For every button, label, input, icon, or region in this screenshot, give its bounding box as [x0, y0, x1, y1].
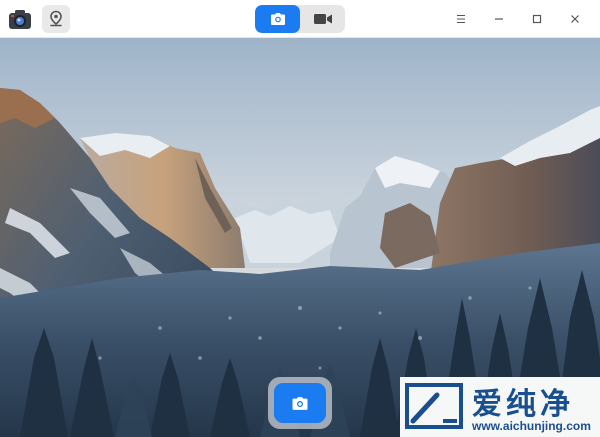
capture-mode-switch — [255, 5, 345, 33]
watermark: 爱纯净 www.aichunjing.com — [400, 377, 600, 437]
menu-icon — [457, 14, 465, 24]
location-pin-icon — [50, 10, 62, 27]
watermark-title: 爱纯净 — [472, 387, 574, 422]
minimize-button[interactable] — [480, 5, 518, 33]
video-mode-button[interactable] — [300, 5, 345, 33]
minimize-icon — [495, 18, 503, 20]
watermark-logo-icon — [405, 383, 463, 429]
location-button[interactable] — [42, 5, 70, 33]
close-button[interactable] — [556, 5, 594, 33]
window-controls — [442, 5, 594, 33]
video-camera-icon — [313, 14, 332, 24]
shutter-button-face — [274, 383, 326, 423]
close-icon — [571, 15, 579, 23]
menu-button[interactable] — [442, 5, 480, 33]
camera-icon — [292, 396, 308, 410]
shutter-button[interactable] — [268, 377, 332, 429]
title-bar — [0, 0, 600, 38]
maximize-icon — [532, 14, 542, 24]
maximize-button[interactable] — [518, 5, 556, 33]
photo-mode-button[interactable] — [255, 5, 300, 33]
watermark-url: www.aichunjing.com — [472, 419, 591, 433]
camera-icon — [270, 13, 285, 25]
camera-app-icon — [8, 8, 32, 30]
